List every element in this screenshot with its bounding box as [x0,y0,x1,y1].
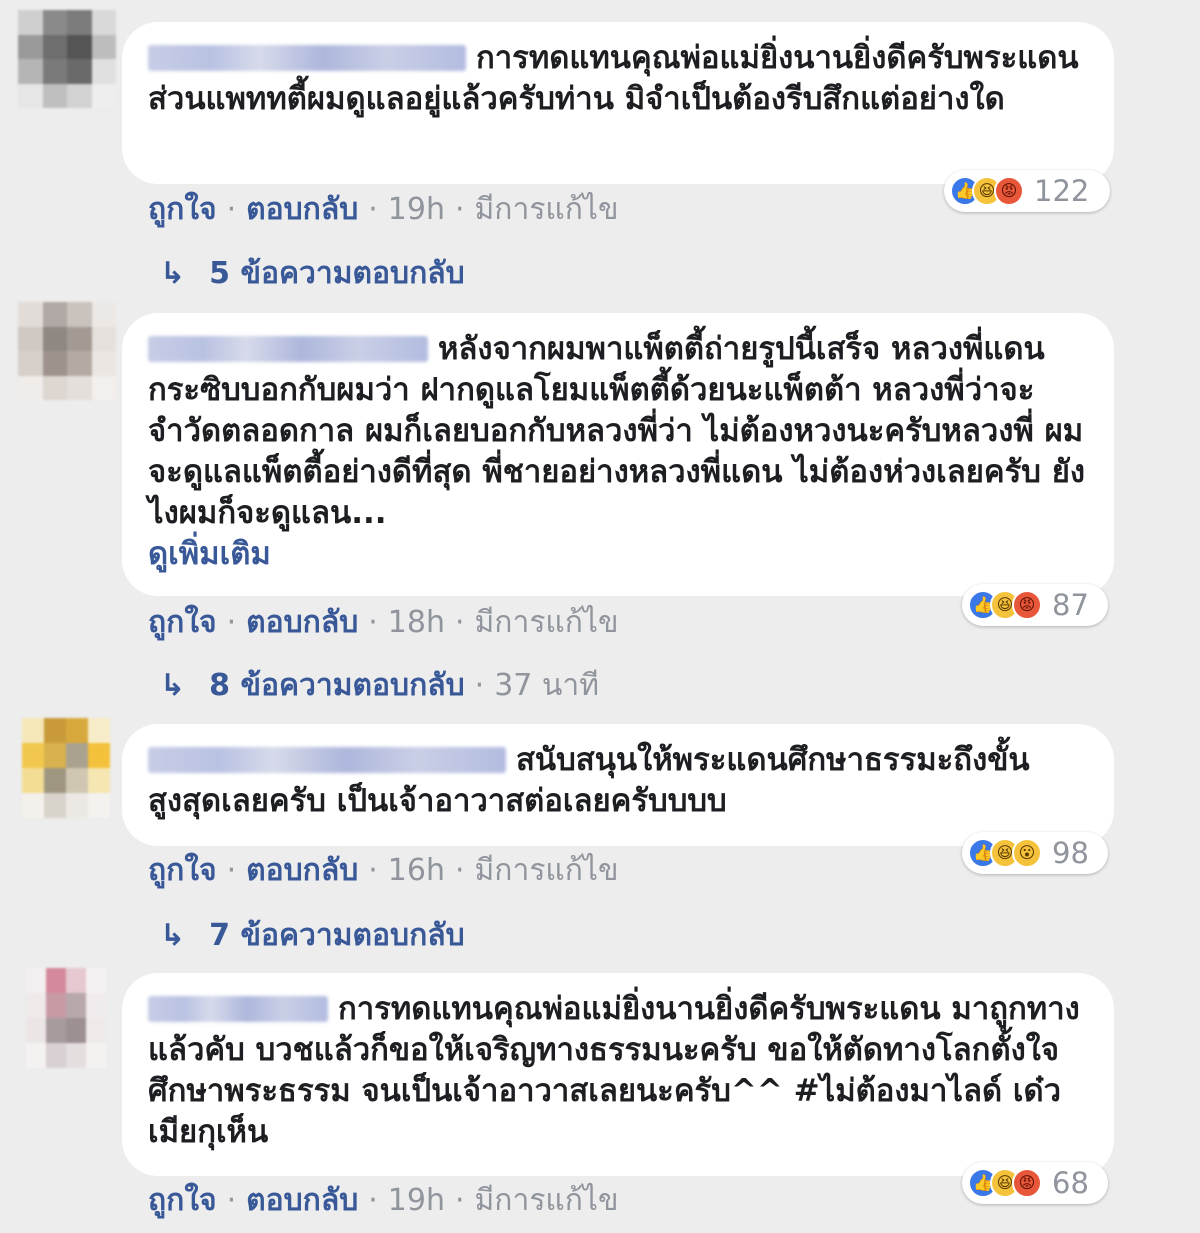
replies-count-label: 5 ข้อความตอบกลับ [209,256,465,291]
reaction-count: 122 [1034,174,1090,208]
separator-dot: · [368,605,378,640]
separator-dot: · [226,605,237,640]
separator-dot: · [474,668,485,703]
edited-link[interactable]: มีการแก้ไข [475,605,619,640]
reaction-count: 68 [1052,1166,1089,1200]
timestamp[interactable]: 19h [388,192,445,227]
like-link[interactable]: ถูกใจ [148,192,217,227]
comment-actions: ถูกใจ · ตอบกลับ · 16h · มีการแก้ไข [148,847,619,894]
see-more-link[interactable]: ดูเพิ่มเติม [148,536,271,572]
separator-dot: · [368,1183,378,1218]
view-replies-link[interactable]: ↳ 8 ข้อความตอบกลับ · 37 นาที [160,662,599,709]
avatar[interactable] [26,968,106,1068]
author-name[interactable] [148,45,466,71]
author-name[interactable] [148,336,428,362]
edited-link[interactable]: มีการแก้ไข [475,1183,619,1218]
reply-arrow-icon: ↳ [160,668,186,703]
edited-link[interactable]: มีการแก้ไข [475,853,619,888]
separator-dot: · [368,853,378,888]
reply-link[interactable]: ตอบกลับ [246,192,358,227]
wow-icon: 😮 [1012,838,1042,868]
separator-dot: · [226,853,237,888]
comment-bubble: การทดแทนคุณพ่อแม่ยิ่งนานยิ่งดีครับพระแดน… [122,973,1114,1176]
comment-actions: ถูกใจ · ตอบกลับ · 18h · มีการแก้ไข [148,599,619,646]
comment-actions: ถูกใจ · ตอบกลับ · 19h · มีการแก้ไข [148,186,619,233]
avatar[interactable] [18,10,116,108]
avatar[interactable] [22,718,110,818]
comment-bubble: การทดแทนคุณพ่อแม่ยิ่งนานยิ่งดีครับพระแดน… [122,22,1114,184]
separator-dot: · [226,1183,237,1218]
comment-actions: ถูกใจ · ตอบกลับ · 19h · มีการแก้ไข [148,1177,619,1224]
reply-arrow-icon: ↳ [160,256,186,291]
separator-dot: · [368,192,378,227]
like-link[interactable]: ถูกใจ [148,605,217,640]
reply-arrow-icon: ↳ [160,918,186,953]
angry-icon: 😡 [1012,1168,1042,1198]
comment-bubble: หลังจากผมพาแพ็ตตี้ถ่ายรูปนี้เสร็จ หลวงพี… [122,313,1114,596]
reaction-summary[interactable]: 👍 😆 😮 98 [962,832,1108,874]
edited-link[interactable]: มีการแก้ไข [475,192,619,227]
like-link[interactable]: ถูกใจ [148,1183,217,1218]
reaction-summary[interactable]: 👍 😆 😡 68 [962,1162,1108,1204]
reaction-summary[interactable]: 👍 😆 😡 122 [944,170,1110,212]
separator-dot: · [454,853,465,888]
reaction-count: 98 [1052,836,1089,870]
latest-reply-time: 37 นาที [494,668,600,703]
reply-link[interactable]: ตอบกลับ [246,605,358,640]
angry-icon: 😡 [1012,590,1042,620]
separator-dot: · [454,192,465,227]
separator-dot: · [226,192,237,227]
author-name[interactable] [148,747,506,773]
view-replies-link[interactable]: ↳ 5 ข้อความตอบกลับ [160,250,465,297]
timestamp[interactable]: 16h [388,853,445,888]
reaction-summary[interactable]: 👍 😆 😡 87 [962,584,1108,626]
timestamp[interactable]: 19h [388,1183,445,1218]
replies-count-label: 8 ข้อความตอบกลับ [209,668,465,703]
timestamp[interactable]: 18h [388,605,445,640]
separator-dot: · [454,605,465,640]
replies-count-label: 7 ข้อความตอบกลับ [209,918,465,953]
separator-dot: · [454,1183,465,1218]
comment-bubble: สนับสนุนให้พระแดนศึกษาธรรมะถึงขั้นสูงสุด… [122,724,1114,846]
avatar[interactable] [18,302,116,400]
reply-link[interactable]: ตอบกลับ [246,853,358,888]
reply-link[interactable]: ตอบกลับ [246,1183,358,1218]
reaction-count: 87 [1052,588,1089,622]
like-link[interactable]: ถูกใจ [148,853,217,888]
view-replies-link[interactable]: ↳ 7 ข้อความตอบกลับ [160,912,465,959]
author-name[interactable] [148,996,328,1022]
angry-icon: 😡 [994,176,1024,206]
